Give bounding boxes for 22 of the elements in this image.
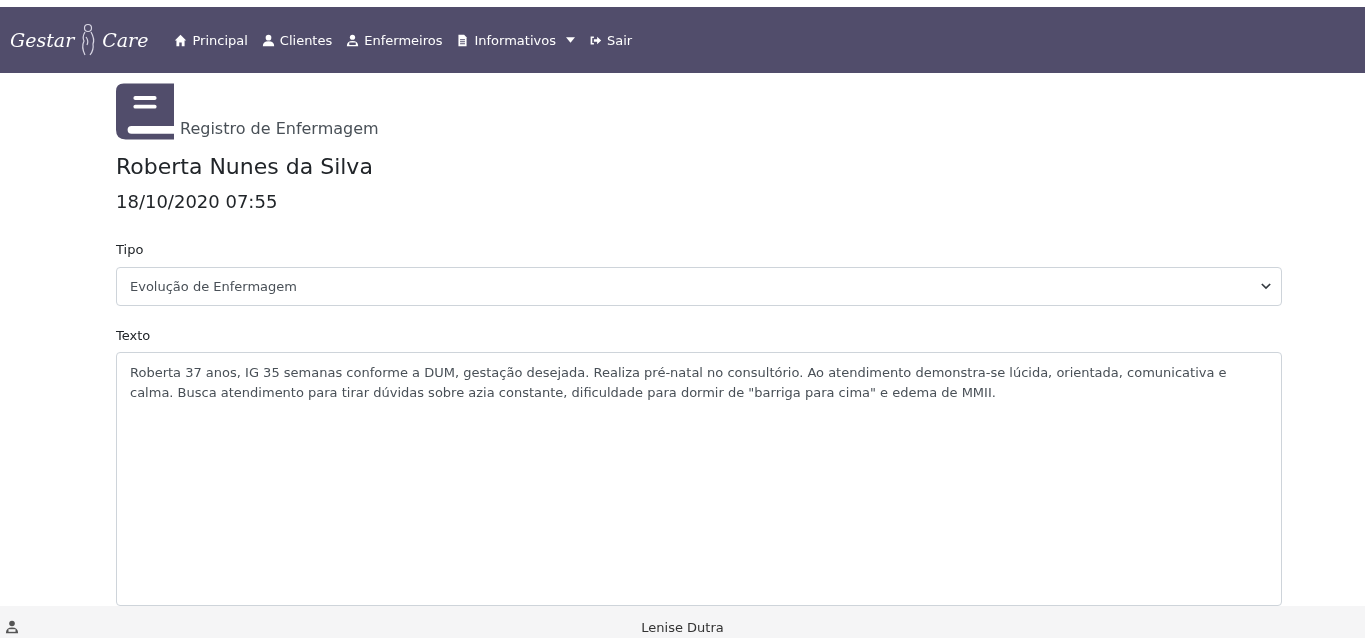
nav-link[interactable]: Informativos	[456, 32, 575, 48]
document-icon	[456, 33, 470, 47]
user-icon	[261, 33, 275, 47]
nav-link[interactable]: Enfermeiros	[346, 32, 443, 48]
nav-link[interactable]: Principal	[174, 32, 248, 48]
home-icon	[174, 33, 188, 47]
patient-name: Roberta Nunes da Silva	[116, 154, 374, 179]
chevron-down-icon	[1261, 283, 1271, 290]
sign-out-icon	[588, 33, 602, 47]
nav-link[interactable]: Sair	[588, 32, 633, 48]
user-badge-icon	[346, 33, 360, 47]
record-datetime: 18/10/2020 07:55	[116, 191, 279, 212]
nav-link[interactable]: Clientes	[261, 32, 333, 48]
brand-logo[interactable]: Gestar Care	[10, 23, 149, 57]
field-label: Tipo	[116, 242, 145, 257]
field-label: Texto	[116, 328, 152, 343]
type-select[interactable]: Evolução de Enfermagem	[116, 267, 1282, 306]
user-name: Lenise Dutra	[641, 620, 724, 635]
text-area-field[interactable]: Roberta 37 anos, IG 35 semanas conforme a DUM, gestação desejada. Realiza pré-natal no consultório. Ao atendimento demonstra-se lúcida, orientada, comunicativa e calma. Busca atendimento para tirar dúvidas sobre azia constante, dificuldade para dormir de "barriga para cima" e edema de MMII.	[116, 352, 1282, 606]
book-icon	[116, 83, 174, 140]
page-subtitle: Registro de Enfermagem	[180, 119, 379, 138]
user-badge-icon	[5, 620, 19, 634]
